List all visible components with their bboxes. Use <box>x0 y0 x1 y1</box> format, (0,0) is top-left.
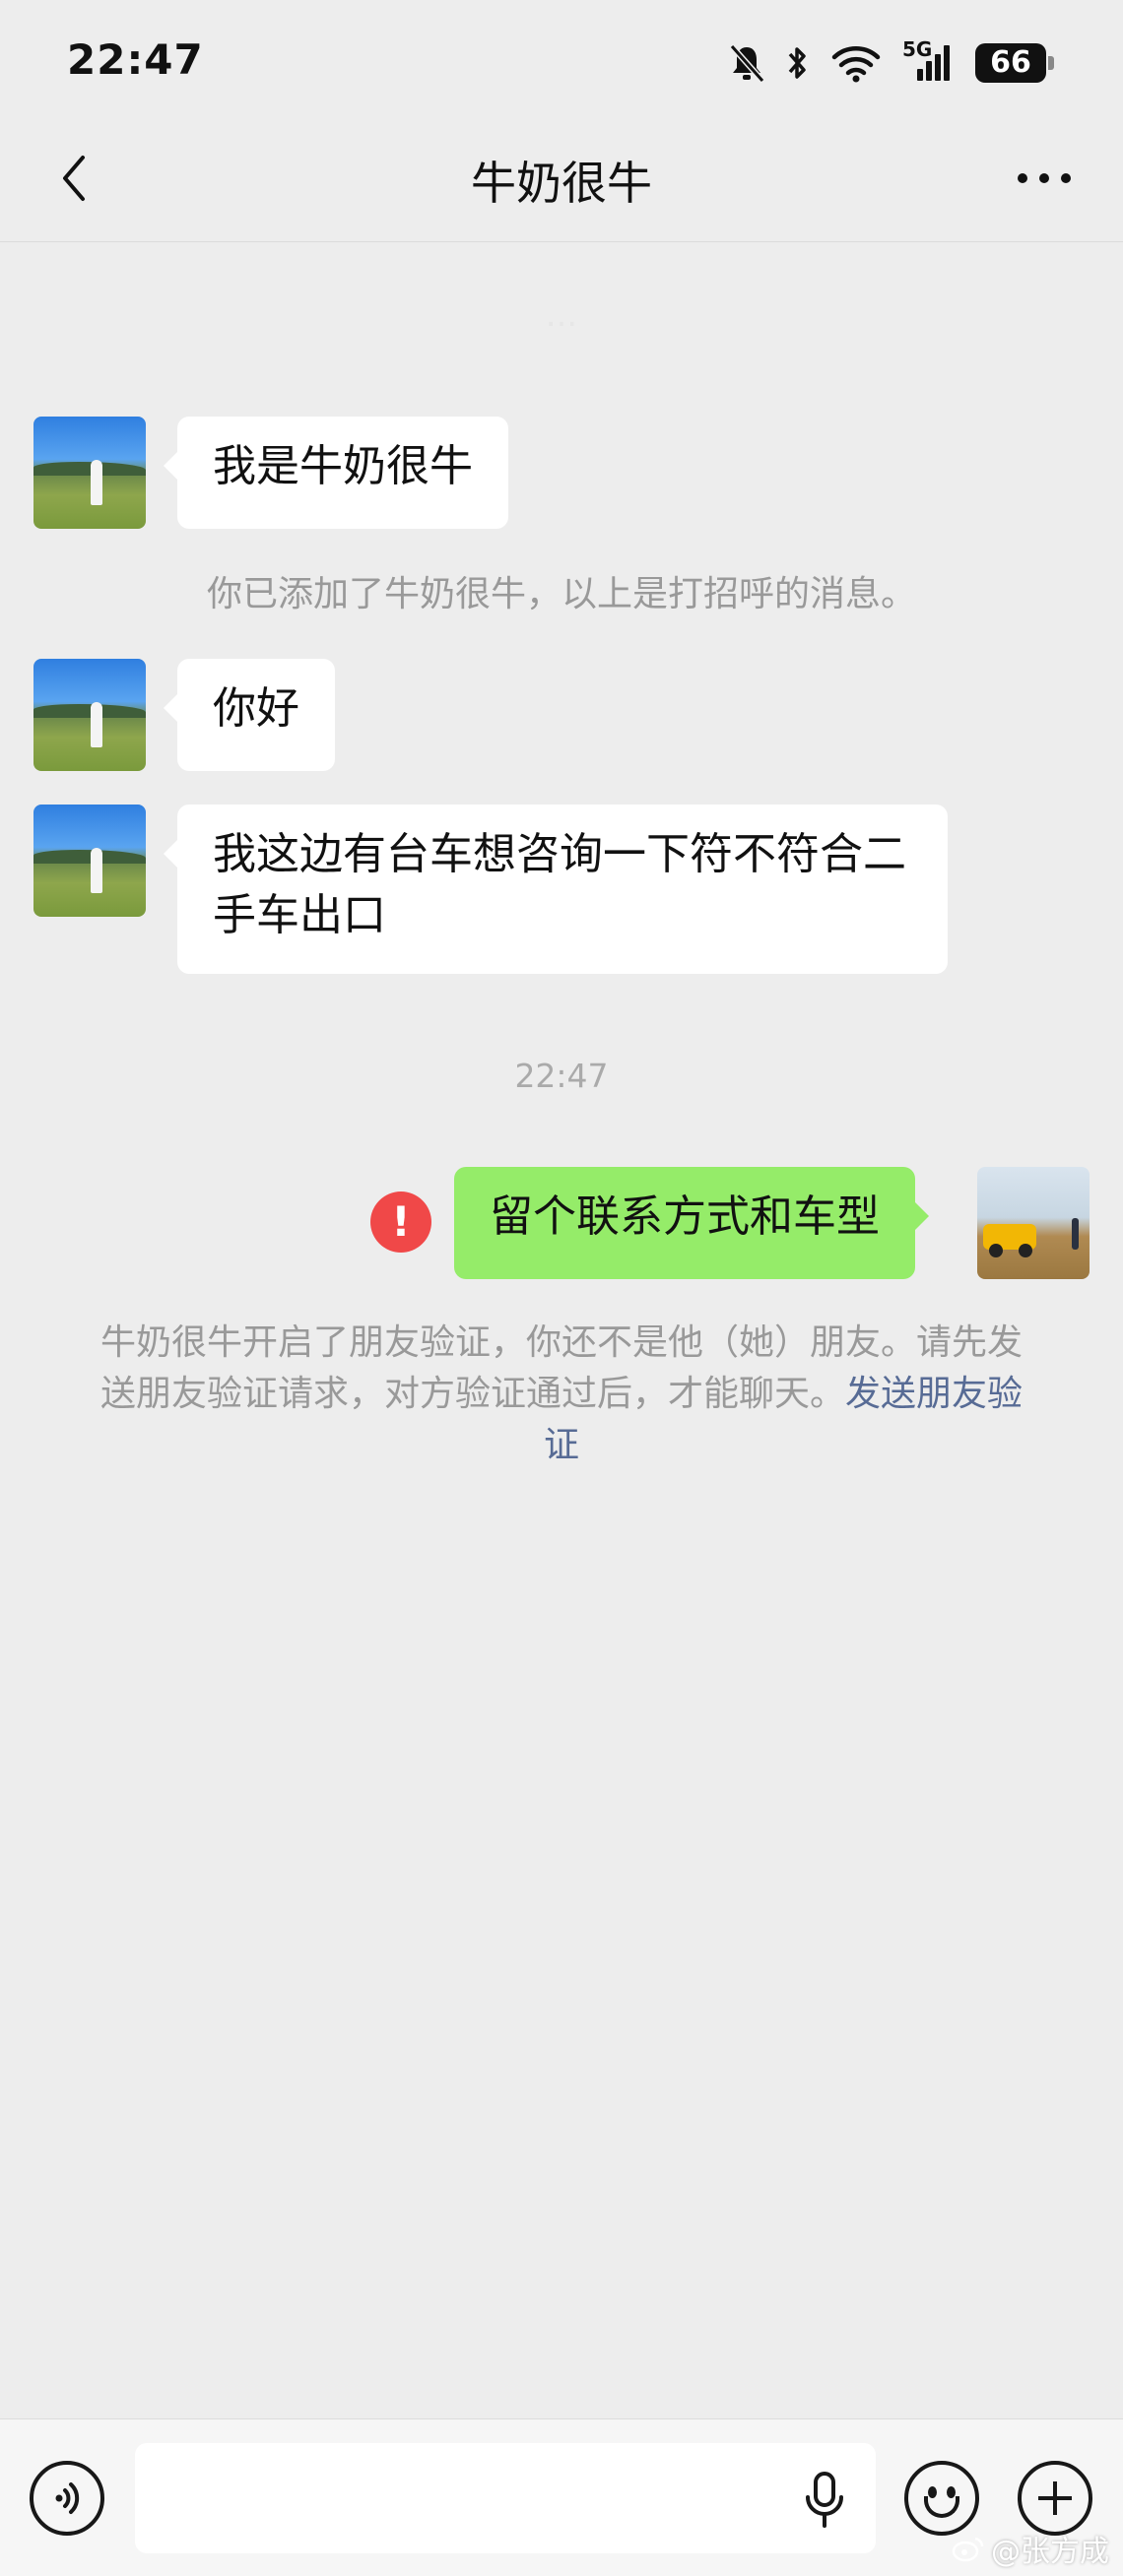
verification-notice: 牛奶很牛开启了朋友验证，你还不是他（她）朋友。请先发送朋友验证请求，对方验证通过… <box>91 1318 1032 1471</box>
contact-avatar[interactable] <box>33 417 146 529</box>
more-button[interactable] <box>1005 144 1084 213</box>
emoji-button[interactable] <box>904 2461 979 2536</box>
status-bar: 22:47 5G 66 <box>0 0 1123 118</box>
message-bubble[interactable]: 我这边有台车想咨询一下符不符合二手车出口 <box>164 805 948 974</box>
message-bubble[interactable]: 我是牛奶很牛 <box>164 417 508 529</box>
more-dots-icon <box>1018 173 1027 183</box>
voice-icon <box>55 2482 80 2514</box>
chat-title: 牛奶很牛 <box>471 157 652 210</box>
send-failed-icon[interactable]: ! <box>370 1191 431 1253</box>
bell-muted-icon <box>729 44 764 83</box>
bluetooth-icon <box>788 47 806 79</box>
status-icons: 5G 66 <box>729 37 1054 87</box>
message-text: 留个联系方式和车型 <box>490 1191 880 1242</box>
watermark: @张方成 <box>952 2527 1109 2570</box>
signal-icon: 5G <box>902 37 954 85</box>
chat-header: 牛奶很牛 <box>0 118 1123 242</box>
system-message: 你已添加了牛奶很牛，以上是打招呼的消息。 <box>206 574 916 614</box>
mic-icon[interactable] <box>803 2471 846 2530</box>
plus-button[interactable] <box>1018 2461 1092 2536</box>
wifi-icon <box>831 46 881 83</box>
message-text: 我这边有台车想咨询一下符不符合二手车出口 <box>213 829 906 940</box>
message-bubble[interactable]: 你好 <box>164 659 335 771</box>
battery-level: 66 <box>990 45 1031 80</box>
watermark-text: @张方成 <box>991 2535 1109 2569</box>
faded-timestamp: ... <box>545 295 578 335</box>
status-time: 22:47 <box>67 35 204 84</box>
message-input[interactable] <box>135 2443 876 2553</box>
contact-avatar[interactable] <box>33 659 146 771</box>
my-avatar[interactable] <box>977 1167 1090 1279</box>
time-divider: 22:47 <box>514 1057 609 1095</box>
voice-button[interactable] <box>30 2461 104 2536</box>
battery-icon: 66 <box>975 43 1054 83</box>
contact-avatar[interactable] <box>33 805 146 917</box>
message-text: 你好 <box>213 683 299 734</box>
my-message-bubble[interactable]: 留个联系方式和车型 <box>454 1167 929 1279</box>
weibo-logo-icon <box>952 2537 984 2562</box>
message-text: 我是牛奶很牛 <box>213 441 473 491</box>
